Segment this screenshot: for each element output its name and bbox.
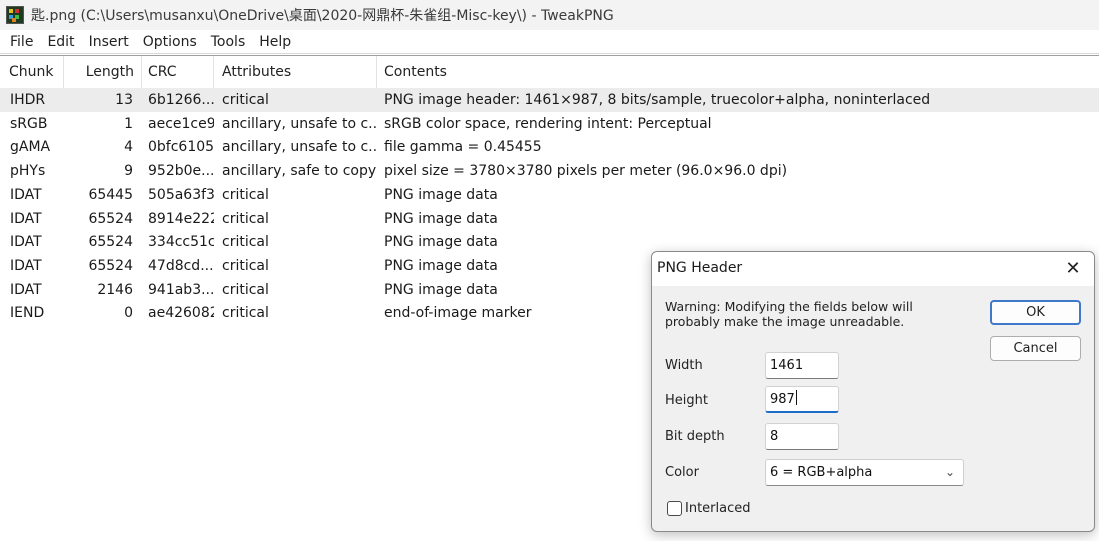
cell-contents: pixel size = 3780×3780 pixels per meter … (384, 163, 788, 180)
menu-edit[interactable]: Edit (40, 31, 81, 53)
menu-insert[interactable]: Insert (82, 31, 136, 53)
cell-contents: PNG image header: 1461×987, 8 bits/sampl… (384, 92, 931, 108)
column-header-contents[interactable]: Contents (377, 56, 1099, 88)
cell-chunk: pHYs (10, 163, 46, 180)
cell-length: 2146 (97, 281, 133, 298)
warning-text: Warning: Modifying the fields below will… (665, 299, 913, 329)
cell-chunk: sRGB (10, 115, 48, 132)
cell-attributes: critical (222, 257, 269, 274)
cell-chunk: IEND (10, 305, 45, 322)
cell-attributes: critical (222, 92, 269, 108)
cell-length: 0 (124, 305, 133, 322)
cell-length: 65524 (88, 210, 133, 227)
cell-attributes: ancillary, unsafe to c... (222, 115, 377, 132)
height-label: Height (665, 393, 708, 408)
window-titlebar[interactable]: 匙.png (C:\Users\musanxu\OneDrive\桌面\2020… (0, 0, 1099, 30)
cell-chunk: IDAT (10, 186, 42, 203)
cell-crc: aece1ce9 (148, 115, 214, 132)
table-row[interactable]: IHDR 13 6b1266... critical PNG image header:… (0, 88, 1099, 112)
table-row[interactable]: IDAT 65524 8914e222 critical PNG image data (0, 207, 1099, 231)
cell-length: 13 (115, 92, 133, 108)
color-select-value: 6 = RGB+alpha (770, 465, 873, 480)
cell-attributes: ancillary, unsafe to c... (222, 139, 377, 156)
cell-crc: 47d8cd... (148, 257, 214, 274)
cell-crc: 8914e222 (148, 210, 214, 227)
cell-chunk: IHDR (10, 92, 46, 108)
menu-options[interactable]: Options (136, 31, 204, 53)
table-row[interactable]: IDAT 65445 505a63f3 critical PNG image data (0, 183, 1099, 207)
cell-crc: 941ab3... (148, 281, 214, 298)
cell-crc: 334cc51c (148, 234, 214, 251)
menu-tools[interactable]: Tools (204, 31, 253, 53)
bit-depth-label: Bit depth (665, 429, 725, 444)
column-header-attributes[interactable]: Attributes (214, 56, 377, 88)
cell-chunk: IDAT (10, 234, 42, 251)
dialog-titlebar[interactable]: PNG Header ✕ (652, 252, 1094, 286)
tweakpng-app-icon (6, 6, 24, 24)
cell-attributes: ancillary, safe to copy (222, 163, 377, 180)
menu-bar: File Edit Insert Options Tools Help (0, 30, 1099, 54)
cell-contents: sRGB color space, rendering intent: Perc… (384, 115, 712, 132)
cell-chunk: gAMA (10, 139, 51, 156)
cell-contents: PNG image data (384, 186, 498, 203)
cell-contents: PNG image data (384, 210, 498, 227)
cell-length: 65445 (88, 186, 133, 203)
cell-attributes: critical (222, 210, 269, 227)
cell-attributes: critical (222, 186, 269, 203)
height-value: 987 (770, 392, 795, 407)
cell-length: 9 (124, 163, 133, 180)
dialog-title: PNG Header (657, 260, 743, 276)
cancel-button[interactable]: Cancel (990, 336, 1081, 361)
color-label: Color (665, 465, 699, 480)
cell-length: 4 (124, 139, 133, 156)
cell-chunk: IDAT (10, 281, 42, 298)
cell-attributes: critical (222, 305, 269, 322)
bit-depth-field[interactable]: 8 (765, 423, 839, 450)
cell-length: 65524 (88, 257, 133, 274)
cell-chunk: IDAT (10, 210, 42, 227)
width-label: Width (665, 358, 703, 373)
cell-chunk: IDAT (10, 257, 42, 274)
cell-length: 65524 (88, 234, 133, 251)
table-row[interactable]: sRGB 1 aece1ce9 ancillary, unsafe to c... sR… (0, 112, 1099, 136)
cell-crc: 6b1266... (148, 92, 214, 108)
table-row[interactable]: gAMA 4 0bfc6105 ancillary, unsafe to c... fi… (0, 135, 1099, 159)
table-row[interactable]: pHYs 9 952b0e... ancillary, safe to copy pix… (0, 159, 1099, 183)
width-field[interactable]: 1461 (765, 352, 839, 379)
cell-attributes: critical (222, 234, 269, 251)
chevron-down-icon: ⌄ (944, 465, 955, 479)
color-select[interactable]: 6 = RGB+alpha ⌄ (765, 459, 964, 486)
interlaced-checkbox[interactable] (667, 501, 682, 516)
cell-crc: ae426082 (148, 305, 214, 322)
cell-crc: 952b0e... (148, 163, 214, 180)
table-header: Chunk Length CRC Attributes Contents (0, 56, 1099, 88)
column-header-chunk[interactable]: Chunk (0, 56, 64, 88)
menu-file[interactable]: File (3, 31, 40, 53)
close-icon[interactable]: ✕ (1060, 258, 1086, 280)
column-header-crc[interactable]: CRC (142, 56, 214, 88)
png-header-dialog: PNG Header ✕ Warning: Modifying the fiel… (651, 251, 1095, 532)
cell-crc: 0bfc6105 (148, 139, 214, 156)
cell-contents: file gamma = 0.45455 (384, 139, 542, 156)
ok-button[interactable]: OK (990, 300, 1081, 325)
menu-help[interactable]: Help (252, 31, 298, 53)
window-title: 匙.png (C:\Users\musanxu\OneDrive\桌面\2020… (31, 8, 614, 24)
text-caret (795, 390, 797, 405)
column-header-length[interactable]: Length (64, 56, 142, 88)
cell-length: 1 (124, 115, 133, 132)
cell-attributes: critical (222, 281, 269, 298)
interlaced-label[interactable]: Interlaced (685, 501, 751, 516)
cell-crc: 505a63f3 (148, 186, 214, 203)
height-field[interactable]: 987 (765, 386, 839, 413)
